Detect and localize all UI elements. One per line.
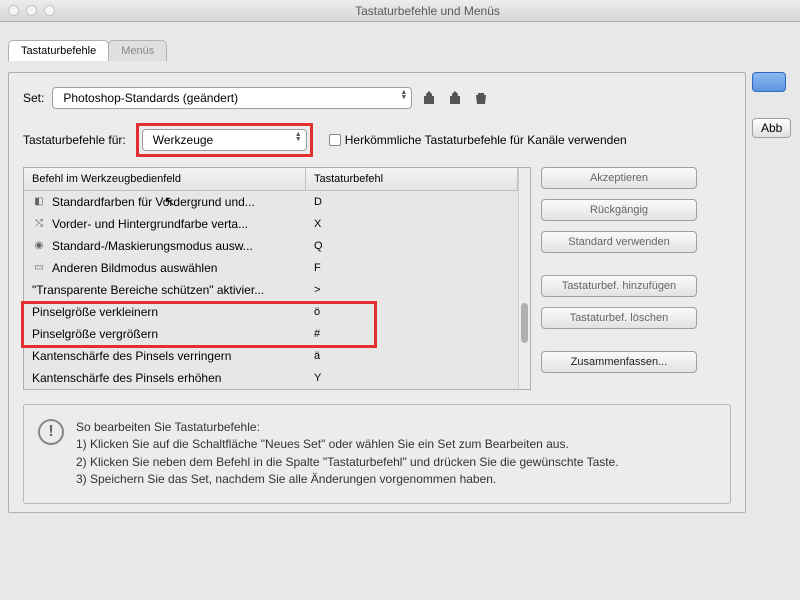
tab-shortcuts[interactable]: Tastaturbefehle (8, 40, 109, 61)
help-box: ! So bearbeiten Sie Tastaturbefehle: 1) … (23, 404, 731, 504)
tab-bar: Tastaturbefehle Menüs (8, 40, 746, 61)
table-row[interactable]: Kantenschärfe des Pinsels verringernä (24, 345, 518, 367)
table-scrollbar[interactable] (518, 168, 530, 389)
zoom-icon[interactable] (44, 5, 55, 16)
cancel-button[interactable]: Abb (752, 118, 791, 138)
chevron-updown-icon: ▲▼ (400, 90, 407, 100)
mask-icon: ◉ (32, 240, 46, 252)
save-set-icon[interactable] (420, 89, 438, 107)
table-body: ◧Standardfarben für Vordergrund und...D … (24, 191, 518, 389)
highlight-shortcuts-for: Werkzeuge ▲▼ (136, 123, 313, 157)
col-command[interactable]: Befehl im Werkzeugbedienfeld (24, 168, 306, 190)
legacy-checkbox-label: Herkömmliche Tastaturbefehle für Kanäle … (345, 133, 627, 147)
new-set-icon[interactable] (446, 89, 464, 107)
swap-icon: ⤭ (32, 218, 46, 230)
set-select[interactable]: Photoshop-Standards (geändert) ▲▼ (52, 87, 412, 109)
close-icon[interactable] (8, 5, 19, 16)
table-row[interactable]: "Transparente Bereiche schützen" aktivie… (24, 279, 518, 301)
shortcuts-for-label: Tastaturbefehle für: (23, 133, 126, 147)
chevron-updown-icon: ▲▼ (295, 132, 302, 142)
shortcuts-table: Befehl im Werkzeugbedienfeld Tastaturbef… (23, 167, 531, 390)
table-row[interactable]: ⤭Vorder- und Hintergrundfarbe verta...X (24, 213, 518, 235)
screen-icon: ▭ (32, 262, 46, 274)
window-title: Tastaturbefehle und Menüs (55, 4, 800, 18)
table-row[interactable]: Kantenschärfe des Pinsels erhöhenY (24, 367, 518, 389)
set-label: Set: (23, 91, 44, 105)
table-row[interactable]: ◉Standard-/Maskierungsmodus ausw...Q (24, 235, 518, 257)
scroll-thumb[interactable] (521, 303, 528, 343)
window-controls (8, 5, 55, 16)
minimize-icon[interactable] (26, 5, 37, 16)
table-row[interactable]: ◧Standardfarben für Vordergrund und...D (24, 191, 518, 213)
table-row[interactable]: Pinselgröße verkleinernö (24, 301, 518, 323)
delete-set-icon[interactable] (472, 89, 490, 107)
main-panel: Set: Photoshop-Standards (geändert) ▲▼ T… (8, 72, 746, 513)
accept-button[interactable]: Akzeptieren (541, 167, 697, 189)
title-bar: Tastaturbefehle und Menüs (0, 0, 800, 22)
info-icon: ! (38, 419, 64, 445)
legacy-checkbox[interactable] (329, 134, 341, 146)
shortcuts-for-value: Werkzeuge (153, 133, 213, 147)
table-row[interactable]: ▭Anderen Bildmodus auswählenF (24, 257, 518, 279)
add-shortcut-button[interactable]: Tastaturbef. hinzufügen (541, 275, 697, 297)
swatch-icon: ◧ (32, 196, 46, 208)
col-shortcut[interactable]: Tastaturbefehl (306, 168, 518, 190)
legacy-checkbox-row[interactable]: Herkömmliche Tastaturbefehle für Kanäle … (329, 133, 627, 147)
summarize-button[interactable]: Zusammenfassen... (541, 351, 697, 373)
set-value: Photoshop-Standards (geändert) (63, 91, 238, 105)
undo-button[interactable]: Rückgängig (541, 199, 697, 221)
delete-shortcut-button[interactable]: Tastaturbef. löschen (541, 307, 697, 329)
tab-menus[interactable]: Menüs (108, 40, 167, 61)
ok-button[interactable] (752, 72, 786, 92)
help-text: So bearbeiten Sie Tastaturbefehle: 1) Kl… (76, 419, 619, 489)
table-row[interactable]: Pinselgröße vergrößern↖# (24, 323, 518, 345)
shortcuts-for-select[interactable]: Werkzeuge ▲▼ (142, 129, 307, 151)
use-default-button[interactable]: Standard verwenden (541, 231, 697, 253)
